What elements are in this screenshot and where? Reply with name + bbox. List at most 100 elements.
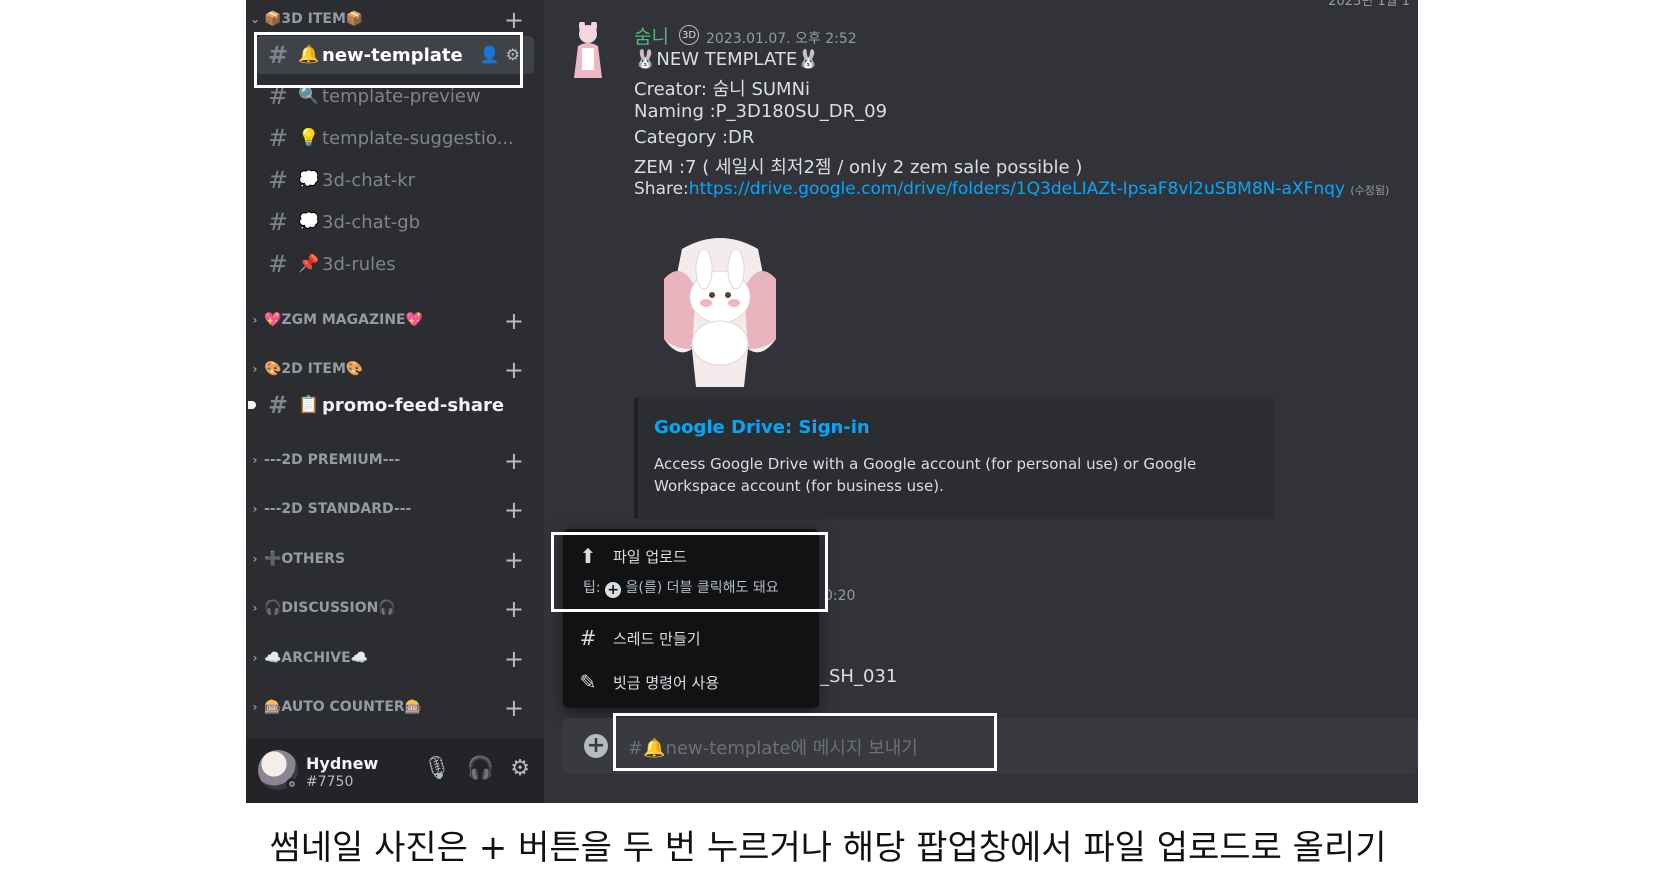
highlight-input-box — [613, 713, 997, 771]
edited-label: (수정됨) — [1350, 184, 1390, 197]
thread-hash-icon: # — [267, 124, 289, 152]
message-line: Naming :P_3D180SU_DR_09 — [634, 101, 888, 122]
attached-image[interactable] — [652, 219, 788, 387]
category-label: 🎨2D ITEM🎨 — [264, 361, 364, 377]
chevron-right-icon: › — [252, 651, 258, 665]
channel-sidebar: ⌄ 📦3D ITEM📦 + # 🔔 new-template 👤⚙ # 🔍 te… — [246, 0, 544, 803]
mute-mic-icon[interactable]: 🎙 — [423, 756, 451, 781]
chevron-right-icon: › — [252, 502, 258, 516]
partial-timestamp: 0:20 — [824, 588, 856, 604]
chevron-down-icon: ⌄ — [249, 12, 261, 26]
category-2d-standard[interactable]: › ---2D STANDARD--- + — [246, 496, 544, 524]
channel-name: 3d-chat-kr — [322, 169, 416, 191]
slash-command-item[interactable]: ✎ 빗금 명령어 사용 — [563, 662, 819, 702]
role-badge: 3D — [679, 25, 699, 45]
channel-emoji: 🔍 — [298, 86, 320, 106]
add-channel-icon[interactable]: + — [504, 546, 524, 574]
unread-indicator — [248, 401, 256, 409]
chevron-right-icon: › — [252, 700, 258, 714]
channel-emoji: 📋 — [298, 395, 320, 415]
user-panel: Hydnew #7750 🎙 🎧 ⚙ — [246, 738, 544, 803]
category-archive[interactable]: › ☁️ARCHIVE☁️ + — [246, 645, 544, 673]
add-channel-icon[interactable]: + — [504, 496, 524, 524]
status-indicator — [286, 778, 298, 790]
category-label: 🎧DISCUSSION🎧 — [264, 600, 396, 616]
share-label: Share: — [634, 179, 689, 199]
channel-emoji: 💡 — [298, 128, 320, 148]
embed-description: Access Google Drive with a Google accoun… — [654, 455, 1197, 495]
slash-command-icon: ✎ — [579, 670, 597, 694]
category-2d-item[interactable]: › 🎨2D ITEM🎨 + — [246, 356, 544, 384]
share-link[interactable]: https://drive.google.com/drive/folders/1… — [689, 179, 1345, 199]
thread-hash-icon: # — [267, 166, 289, 194]
chevron-right-icon: › — [252, 552, 258, 566]
attach-plus-button[interactable]: + — [584, 734, 608, 758]
channel-name: 3d-chat-gb — [322, 211, 421, 233]
username: Hydnew — [306, 754, 379, 773]
channel-emoji: 💭 — [298, 170, 320, 190]
chevron-right-icon: › — [252, 362, 258, 376]
thread-hash-icon: # — [267, 250, 289, 278]
user-settings-gear-icon[interactable]: ⚙ — [510, 756, 530, 781]
add-channel-icon[interactable]: + — [504, 645, 524, 673]
partial-naming: _SH_031 — [820, 666, 898, 687]
channel-3d-chat-kr[interactable]: # 💭 3d-chat-kr — [256, 161, 534, 199]
channel-3d-chat-gb[interactable]: # 💭 3d-chat-gb — [256, 203, 534, 241]
user-controls: 🎙 🎧 ⚙ — [423, 756, 530, 781]
chat-area: 2023년 1월 1 숨니 3D 2023.01.07. 오후 2:52 🐰NE… — [544, 0, 1418, 803]
channel-template-suggestion[interactable]: # 💡 template-suggestio... — [256, 119, 534, 157]
slash-label: 빗금 명령어 사용 — [613, 673, 720, 692]
message-line: Creator: 숨니 SUMNi — [634, 79, 811, 100]
category-label: 💖ZGM MAGAZINE💖 — [264, 312, 424, 328]
author-name[interactable]: 숨니 — [634, 22, 669, 49]
caption-text: 썸네일 사진은 + 버튼을 두 번 누르거나 해당 팝업창에서 파일 업로드로 … — [269, 828, 1387, 868]
channel-3d-rules[interactable]: # 📌 3d-rules — [256, 245, 534, 283]
category-auto-counter[interactable]: › 🎰AUTO COUNTER🎰 + — [246, 694, 544, 722]
author-avatar[interactable] — [566, 22, 610, 78]
message-line: ZEM :7 ( 세일시 최저2젬 / only 2 zem sale poss… — [634, 157, 1083, 178]
channel-name: template-suggestio... — [322, 127, 514, 149]
category-label: 🎰AUTO COUNTER🎰 — [264, 699, 423, 715]
category-label: ---2D STANDARD--- — [264, 501, 412, 517]
add-channel-icon[interactable]: + — [504, 6, 524, 34]
category-2d-premium[interactable]: › ---2D PREMIUM--- + — [246, 447, 544, 475]
category-label: ➕OTHERS — [264, 551, 346, 567]
channel-promo-feed-share[interactable]: # 📋 promo-feed-share — [248, 386, 534, 424]
channel-name: promo-feed-share — [322, 394, 505, 416]
user-tag: #7750 — [306, 774, 354, 790]
channel-emoji: 💭 — [298, 212, 320, 232]
chevron-right-icon: › — [252, 601, 258, 615]
thread-hash-icon: # — [267, 208, 289, 236]
category-label: ---2D PREMIUM--- — [264, 452, 401, 468]
chevron-right-icon: › — [252, 453, 258, 467]
highlight-upload-box — [551, 532, 828, 612]
thread-icon: # — [579, 626, 597, 650]
message-line: 🐰NEW TEMPLATE🐰 — [634, 49, 820, 70]
headphones-icon[interactable]: 🎧 — [467, 756, 494, 781]
category-discussion[interactable]: › 🎧DISCUSSION🎧 + — [246, 595, 544, 623]
add-channel-icon[interactable]: + — [504, 694, 524, 722]
category-label: ☁️ARCHIVE☁️ — [264, 650, 369, 666]
share-line: Share:https://drive.google.com/drive/fol… — [634, 179, 1389, 199]
add-channel-icon[interactable]: + — [504, 356, 524, 384]
add-channel-icon[interactable]: + — [504, 307, 524, 335]
channel-name: 3d-rules — [322, 253, 396, 275]
add-channel-icon[interactable]: + — [504, 595, 524, 623]
create-thread-item[interactable]: # 스레드 만들기 — [563, 618, 819, 658]
message-timestamp: 2023.01.07. 오후 2:52 — [706, 31, 857, 47]
thread-hash-icon: # — [267, 391, 289, 419]
embed-title[interactable]: Google Drive: Sign-in — [654, 417, 870, 438]
channel-emoji: 📌 — [298, 254, 320, 274]
message-line: Category :DR — [634, 127, 755, 148]
category-label: 📦3D ITEM📦 — [264, 11, 364, 27]
category-others[interactable]: › ➕OTHERS + — [246, 546, 544, 574]
category-zgm-magazine[interactable]: › 💖ZGM MAGAZINE💖 + — [246, 307, 544, 335]
chevron-right-icon: › — [252, 313, 258, 327]
add-channel-icon[interactable]: + — [504, 447, 524, 475]
channel-name: template-preview — [322, 85, 481, 107]
link-embed: Google Drive: Sign-in Access Google Driv… — [634, 397, 1274, 519]
date-divider: 2023년 1월 1 — [1328, 0, 1410, 9]
highlight-channel-box — [254, 32, 523, 88]
thread-label: 스레드 만들기 — [613, 629, 701, 648]
category-3d-item[interactable]: ⌄ 📦3D ITEM📦 + — [246, 6, 544, 34]
